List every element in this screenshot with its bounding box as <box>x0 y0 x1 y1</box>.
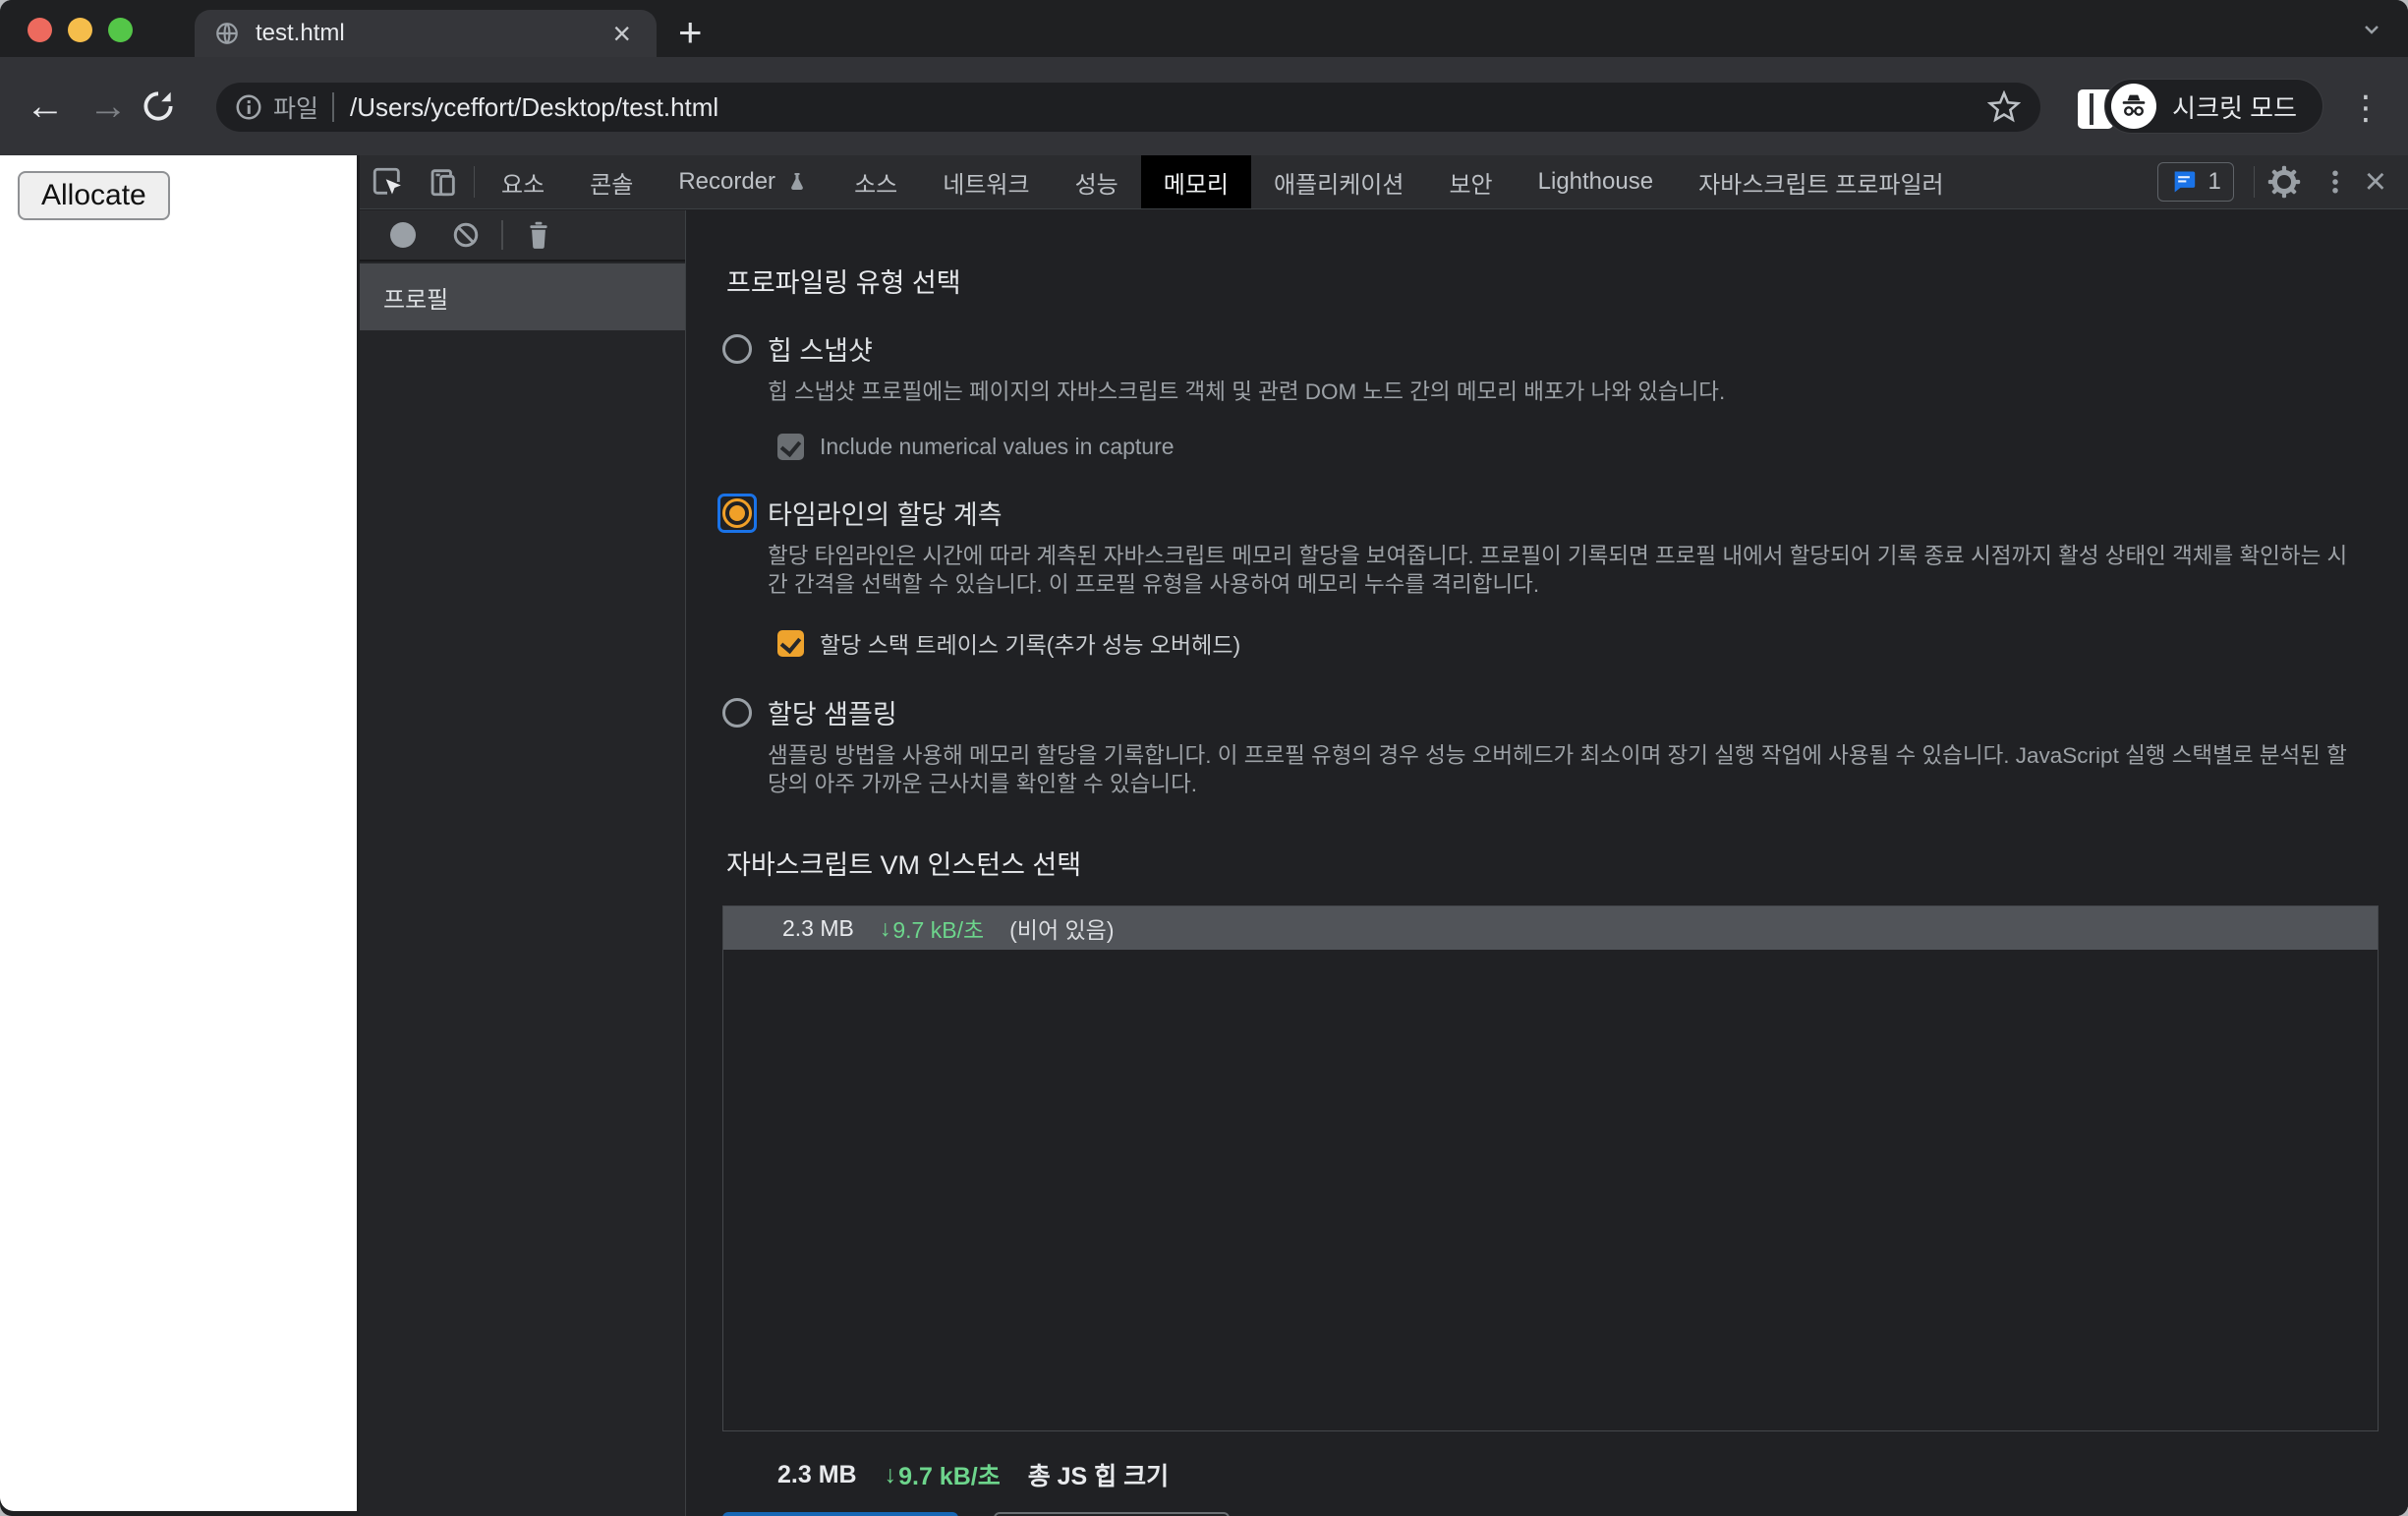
vm-instance-heading: 자바스크립트 VM 인스턴스 선택 <box>726 850 1082 880</box>
down-arrow-icon: ↓ <box>884 1460 897 1488</box>
devtools-tab-elements[interactable]: 요소 <box>479 155 567 208</box>
devtools-tab-memory[interactable]: 메모리 <box>1140 155 1251 208</box>
record-profile-icon[interactable] <box>375 222 430 248</box>
toolbar-separator <box>474 166 475 198</box>
toolbar-separator <box>501 220 503 250</box>
allocation-sampling-option[interactable]: 할당 샘플링 <box>722 693 2408 731</box>
heap-snapshot-option[interactable]: 힙 스냅샷 <box>722 329 2408 368</box>
browser-window: test.html × + ← → 파일 /Users/yceffort/Des… <box>0 0 2408 1516</box>
settings-gear-icon[interactable] <box>2259 164 2310 200</box>
devtools-tab-network[interactable]: 네트워크 <box>920 155 1052 208</box>
devtools-panel: 요소 콘솔 Recorder 소스 네트워크 성능 메모리 애플리케이션 보안 … <box>360 155 2408 1516</box>
total-heap-row: 2.3 MB ↓ 9.7 kB/초 총 JS 힙 크기 <box>777 1457 2408 1492</box>
total-heap-size: 2.3 MB <box>777 1460 857 1488</box>
url-text[interactable]: /Users/yceffort/Desktop/test.html <box>350 92 1987 123</box>
stack-trace-label: 할당 스택 트레이스 기록(추가 성능 오버헤드) <box>820 632 1241 658</box>
close-window-button[interactable] <box>28 18 52 42</box>
issues-count: 1 <box>2207 168 2221 195</box>
allocation-sampling-radio[interactable] <box>722 697 752 728</box>
allocation-timeline-label: 타임라인의 할당 계측 <box>768 500 1003 530</box>
allocation-sampling-label: 할당 샘플링 <box>768 700 897 729</box>
browser-tab[interactable]: test.html × <box>195 10 657 57</box>
numerical-values-check-row[interactable]: Include numerical values in capture <box>777 434 2408 460</box>
vm-rate-value: 9.7 kB/초 <box>892 917 985 943</box>
address-bar[interactable]: 파일 /Users/yceffort/Desktop/test.html <box>216 83 2040 132</box>
load-button[interactable]: 로드 <box>994 1512 1230 1516</box>
vm-heap-size: 2.3 MB <box>782 914 854 941</box>
stack-trace-checkbox[interactable] <box>777 629 804 657</box>
fullscreen-window-button[interactable] <box>108 18 133 42</box>
delete-profile-trash-icon[interactable] <box>511 220 566 250</box>
device-toolbar-icon[interactable] <box>415 155 470 208</box>
new-tab-button[interactable]: + <box>678 12 703 53</box>
devtools-tab-js-profiler[interactable]: 자바스크립트 프로파일러 <box>1676 155 1967 208</box>
start-button[interactable]: 시작 <box>722 1512 958 1516</box>
tab-close-icon[interactable]: × <box>612 18 631 49</box>
incognito-icon <box>2111 84 2157 129</box>
bookmark-star-icon[interactable] <box>1987 90 2021 124</box>
allocate-button[interactable]: Allocate <box>18 171 170 220</box>
allocation-timeline-description: 할당 타임라인은 시간에 따라 계측된 자바스크립트 메모리 할당을 보여줍니다… <box>768 544 2348 597</box>
memory-sidebar: 프로필 <box>360 210 686 1516</box>
allocation-sampling-description: 샘플링 방법을 사용해 메모리 할당을 기록합니다. 이 프로필 유형의 경우 … <box>768 743 2347 796</box>
devtools-tab-console[interactable]: 콘솔 <box>567 155 656 208</box>
devtools-tab-sources[interactable]: 소스 <box>831 155 920 208</box>
address-toolbar: ← → 파일 /Users/yceffort/Desktop/test.html… <box>0 57 2408 155</box>
heap-snapshot-radio[interactable] <box>722 333 752 364</box>
devtools-close-icon[interactable]: × <box>2361 163 2394 201</box>
allocation-timeline-radio[interactable] <box>722 497 752 528</box>
url-scheme-label: 파일 <box>273 95 319 123</box>
toolbar-separator <box>2253 166 2255 198</box>
forward-button[interactable]: → <box>77 87 140 126</box>
vm-instance-list: 2.3 MB ↓ 9.7 kB/초 (비어 있음) <box>722 905 2379 1431</box>
total-heap-label: 총 JS 힙 크기 <box>1027 1463 1170 1490</box>
devtools-tab-lighthouse[interactable]: Lighthouse <box>1516 155 1676 208</box>
back-button[interactable]: ← <box>14 87 77 126</box>
memory-main-pane: 프로파일링 유형 선택 힙 스냅샷 힙 스냅샷 프로필에는 페이지의 자바스크립… <box>687 210 2408 1516</box>
total-rate-value: 9.7 kB/초 <box>898 1463 1001 1490</box>
traffic-lights <box>28 18 133 42</box>
incognito-label: 시크릿 모드 <box>2172 92 2297 123</box>
browser-menu-icon[interactable]: ⋮ <box>2349 87 2382 130</box>
devtools-tab-recorder[interactable]: Recorder <box>656 155 831 208</box>
issues-button[interactable]: 1 <box>2157 162 2234 202</box>
down-arrow-icon: ↓ <box>879 914 891 941</box>
numerical-values-label: Include numerical values in capture <box>820 434 1175 459</box>
devtools-tab-bar: 요소 콘솔 Recorder 소스 네트워크 성능 메모리 애플리케이션 보안 … <box>360 155 2408 209</box>
devtools-tab-application[interactable]: 애플리케이션 <box>1251 155 1426 208</box>
devtools-bar-right: 1 × <box>2157 155 2408 208</box>
heap-snapshot-description: 힙 스냅샷 프로필에는 페이지의 자바스크립트 객체 및 관련 DOM 노드 간… <box>768 379 1726 404</box>
reload-button[interactable] <box>140 87 202 125</box>
tab-favicon-globe-icon <box>214 21 240 46</box>
recorder-label: Recorder <box>678 168 776 195</box>
issues-chat-icon <box>2175 171 2196 193</box>
tab-search-chevron-icon[interactable] <box>2357 18 2386 41</box>
minimize-window-button[interactable] <box>68 18 92 42</box>
devtools-tab-performance[interactable]: 성능 <box>1053 155 1141 208</box>
vm-heap-rate: ↓ 9.7 kB/초 <box>880 911 984 945</box>
action-buttons: 시작 로드 <box>722 1512 2408 1516</box>
tab-strip: test.html × + <box>0 0 2408 57</box>
info-icon[interactable] <box>234 92 263 122</box>
stack-trace-check-row[interactable]: 할당 스택 트레이스 기록(추가 성능 오버헤드) <box>777 626 2408 660</box>
vm-instance-row[interactable]: 2.3 MB ↓ 9.7 kB/초 (비어 있음) <box>723 906 2378 950</box>
url-separator <box>332 92 335 122</box>
profiles-section-header[interactable]: 프로필 <box>360 263 685 330</box>
allocation-timeline-option[interactable]: 타임라인의 할당 계측 <box>717 493 2408 533</box>
memory-toolbar <box>360 210 685 262</box>
experiment-flask-icon <box>791 173 803 190</box>
devtools-tabs: 요소 콘솔 Recorder 소스 네트워크 성능 메모리 애플리케이션 보안 … <box>479 155 1967 208</box>
incognito-badge: 시크릿 모드 <box>2104 79 2323 134</box>
tab-title: test.html <box>256 20 345 46</box>
vm-empty-note: (비어 있음) <box>1009 917 1115 943</box>
page-viewport: Allocate <box>0 155 357 1511</box>
profiling-type-heading: 프로파일링 유형 선택 <box>726 268 961 298</box>
heap-snapshot-label: 힙 스냅샷 <box>768 336 873 366</box>
total-heap-rate: ↓ 9.7 kB/초 <box>885 1457 1001 1492</box>
inspect-element-icon[interactable] <box>360 155 415 208</box>
numerical-values-checkbox[interactable] <box>777 434 804 460</box>
clear-profiles-icon[interactable] <box>438 220 493 250</box>
devtools-tab-security[interactable]: 보안 <box>1426 155 1515 208</box>
devtools-menu-icon[interactable] <box>2310 167 2361 197</box>
